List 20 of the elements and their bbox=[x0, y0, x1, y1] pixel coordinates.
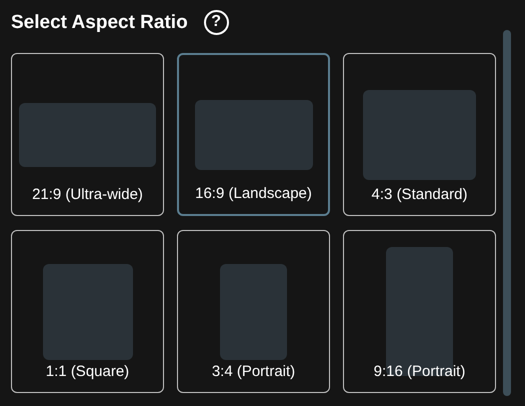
ratio-preview-icon bbox=[220, 264, 287, 360]
ratio-preview-icon bbox=[363, 90, 476, 180]
aspect-ratio-option[interactable]: 16:9 (Landscape) bbox=[177, 53, 330, 216]
ratio-preview-icon bbox=[42, 264, 132, 360]
ratio-label: 3:4 (Portrait) bbox=[212, 364, 296, 382]
ratio-preview-icon bbox=[19, 102, 156, 166]
ratio-label: 4:3 (Standard) bbox=[372, 187, 468, 205]
scrollbar[interactable] bbox=[503, 30, 511, 396]
ratio-label: 1:1 (Square) bbox=[46, 364, 130, 382]
aspect-ratio-option[interactable]: 9:16 (Portrait) bbox=[343, 230, 496, 393]
aspect-ratio-option[interactable]: 3:4 (Portrait) bbox=[177, 230, 330, 393]
section-title: Select Aspect Ratio bbox=[11, 12, 188, 32]
ratio-preview-icon bbox=[194, 100, 312, 170]
ratio-label: 21:9 (Ultra-wide) bbox=[32, 187, 143, 205]
help-icon[interactable]: ? bbox=[204, 10, 229, 34]
aspect-ratio-option[interactable]: 4:3 (Standard) bbox=[343, 53, 496, 216]
aspect-ratio-option[interactable]: 21:9 (Ultra-wide) bbox=[11, 53, 164, 216]
ratio-label: 16:9 (Landscape) bbox=[195, 186, 312, 204]
ratio-label: 9:16 (Portrait) bbox=[374, 364, 466, 382]
aspect-ratio-option[interactable]: 1:1 (Square) bbox=[11, 230, 164, 393]
